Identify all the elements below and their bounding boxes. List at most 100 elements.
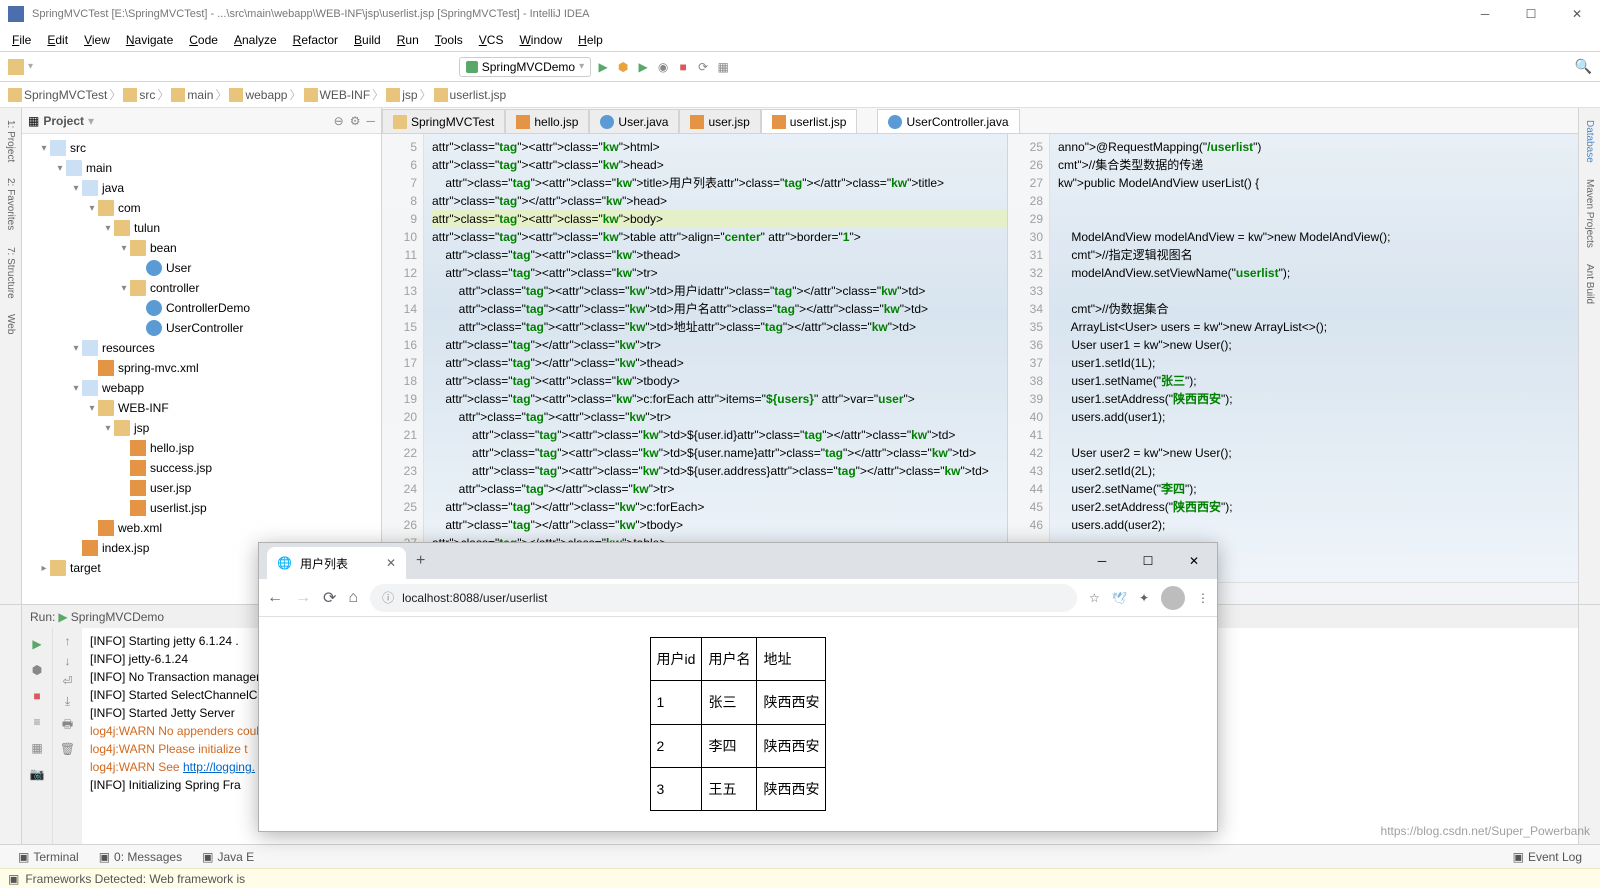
run-settings-button[interactable]: ⬢	[27, 660, 47, 680]
profile-avatar[interactable]	[1161, 586, 1185, 610]
editor-tab[interactable]: UserController.java	[877, 109, 1019, 133]
tool-tab[interactable]: Web	[5, 310, 16, 338]
tree-node[interactable]: ▾src	[22, 138, 381, 158]
update-button[interactable]: ⟳	[695, 59, 711, 75]
address-bar[interactable]: ⓘ localhost:8088/user/userlist	[370, 584, 1077, 612]
browser-close-button[interactable]: ✕	[1171, 543, 1217, 579]
browser-minimize-button[interactable]: ─	[1079, 543, 1125, 579]
menu-analyze[interactable]: Analyze	[226, 31, 285, 49]
breadcrumb-item[interactable]: jsp	[402, 88, 417, 102]
breadcrumb-item[interactable]: src	[139, 88, 155, 102]
menu-build[interactable]: Build	[346, 31, 389, 49]
minimize-button[interactable]: ─	[1462, 0, 1508, 28]
menu-view[interactable]: View	[76, 31, 118, 49]
stop-button[interactable]: ■	[675, 59, 691, 75]
stop-run-button[interactable]: ■	[27, 686, 47, 706]
project-tree[interactable]: ▾src▾main▾java▾com▾tulun▾beanUser▾contro…	[22, 134, 381, 604]
forward-button[interactable]: →	[295, 589, 311, 607]
open-icon[interactable]	[8, 59, 24, 75]
breadcrumb-item[interactable]: webapp	[245, 88, 287, 102]
tree-node[interactable]: ▾controller	[22, 278, 381, 298]
tree-node[interactable]: UserController	[22, 318, 381, 338]
down-button[interactable]: ↓	[65, 654, 71, 668]
tree-node[interactable]: ▾resources	[22, 338, 381, 358]
menu-tools[interactable]: Tools	[427, 31, 471, 49]
menu-navigate[interactable]: Navigate	[118, 31, 181, 49]
search-everywhere-icon[interactable]: 🔍	[1575, 58, 1592, 75]
tree-node[interactable]: ▾java	[22, 178, 381, 198]
editor-tab[interactable]: user.jsp	[679, 109, 760, 133]
tool-tab[interactable]: Maven Projects	[1584, 175, 1595, 252]
tool-tab[interactable]: 2: Favorites	[5, 174, 16, 234]
pin-button[interactable]: 📷	[27, 764, 47, 784]
breadcrumb-item[interactable]: WEB-INF	[320, 88, 371, 102]
tree-node[interactable]: ▾com	[22, 198, 381, 218]
wrap-button[interactable]: ⏎	[62, 674, 72, 688]
event-log[interactable]: ▣ Event Log	[1503, 850, 1592, 864]
tree-node[interactable]: hello.jsp	[22, 438, 381, 458]
back-button[interactable]: ←	[267, 589, 283, 607]
layout-run-button[interactable]: ▦	[27, 738, 47, 758]
tree-node[interactable]: ▾jsp	[22, 418, 381, 438]
menu-code[interactable]: Code	[181, 31, 226, 49]
coverage-button[interactable]: ▶	[635, 59, 651, 75]
tool-tab[interactable]: 7: Structure	[5, 243, 16, 303]
tree-node[interactable]: web.xml	[22, 518, 381, 538]
close-tab-icon[interactable]: ✕	[386, 556, 396, 570]
menu-refactor[interactable]: Refactor	[285, 31, 346, 49]
messages-tab[interactable]: ▣ 0: Messages	[89, 850, 192, 864]
tree-node[interactable]: ▾WEB-INF	[22, 398, 381, 418]
tool-tab[interactable]: 1: Project	[5, 116, 16, 166]
menu-icon[interactable]: ⋮	[1197, 591, 1209, 605]
profiler-button[interactable]: ◉	[655, 59, 671, 75]
editor-tab[interactable]: hello.jsp	[505, 109, 589, 133]
editor-tab[interactable]: userlist.jsp	[761, 109, 858, 133]
menu-vcs[interactable]: VCS	[471, 31, 512, 49]
tree-node[interactable]: ▾main	[22, 158, 381, 178]
tree-node[interactable]: ControllerDemo	[22, 298, 381, 318]
tree-node[interactable]: ▾tulun	[22, 218, 381, 238]
collapse-all-icon[interactable]: ⊖	[334, 114, 344, 128]
tree-node[interactable]: success.jsp	[22, 458, 381, 478]
terminal-tab[interactable]: ▣ Terminal	[8, 850, 89, 864]
extensions-icon[interactable]: ✦	[1139, 591, 1149, 605]
tool-tab[interactable]: Ant Build	[1584, 260, 1595, 308]
tree-node[interactable]: userlist.jsp	[22, 498, 381, 518]
up-button[interactable]: ↑	[65, 634, 71, 648]
star-icon[interactable]: ☆	[1089, 591, 1100, 605]
javaee-tab[interactable]: ▣ Java E	[192, 850, 264, 864]
dump-button[interactable]: ≡	[27, 712, 47, 732]
tree-node[interactable]: user.jsp	[22, 478, 381, 498]
print-button[interactable]: 🖶	[62, 715, 73, 736]
rerun-button[interactable]: ▶	[27, 634, 47, 654]
reload-button[interactable]: ⟳	[323, 588, 336, 608]
maximize-button[interactable]: ☐	[1508, 0, 1554, 28]
new-tab-button[interactable]: +	[406, 552, 435, 570]
run-button[interactable]: ▶	[595, 59, 611, 75]
editor-left[interactable]: attr">class="tag"><attr">class="kw">html…	[424, 134, 1007, 582]
home-button[interactable]: ⌂	[348, 589, 358, 607]
tree-node[interactable]: ▾webapp	[22, 378, 381, 398]
menu-help[interactable]: Help	[570, 31, 611, 49]
breadcrumb-item[interactable]: main	[187, 88, 213, 102]
editor-tab[interactable]: User.java	[589, 109, 679, 133]
breadcrumb-item[interactable]: SpringMVCTest	[24, 88, 107, 102]
debug-button[interactable]: ⬢	[615, 59, 631, 75]
clear-button[interactable]: 🗑	[60, 742, 75, 756]
browser-tab[interactable]: 🌐 用户列表 ✕	[267, 547, 406, 579]
menu-edit[interactable]: Edit	[39, 31, 76, 49]
close-button[interactable]: ✕	[1554, 0, 1600, 28]
hide-icon[interactable]: ─	[366, 114, 375, 128]
layout-button[interactable]: ▦	[715, 59, 731, 75]
tool-tab[interactable]: Database	[1584, 116, 1595, 167]
editor-tab[interactable]: SpringMVCTest	[382, 109, 505, 133]
editor-right[interactable]: anno">@RequestMapping("/userlist")cmt">/…	[1050, 134, 1578, 582]
breadcrumb-item[interactable]: userlist.jsp	[450, 88, 507, 102]
tree-node[interactable]: ▾bean	[22, 238, 381, 258]
scroll-button[interactable]: ⤓	[65, 694, 70, 709]
bird-icon[interactable]: 🕊	[1112, 591, 1127, 605]
info-icon[interactable]: ⓘ	[382, 589, 394, 606]
menu-window[interactable]: Window	[511, 31, 570, 49]
run-config-selector[interactable]: SpringMVCDemo ▾	[459, 57, 591, 77]
tree-node[interactable]: User	[22, 258, 381, 278]
